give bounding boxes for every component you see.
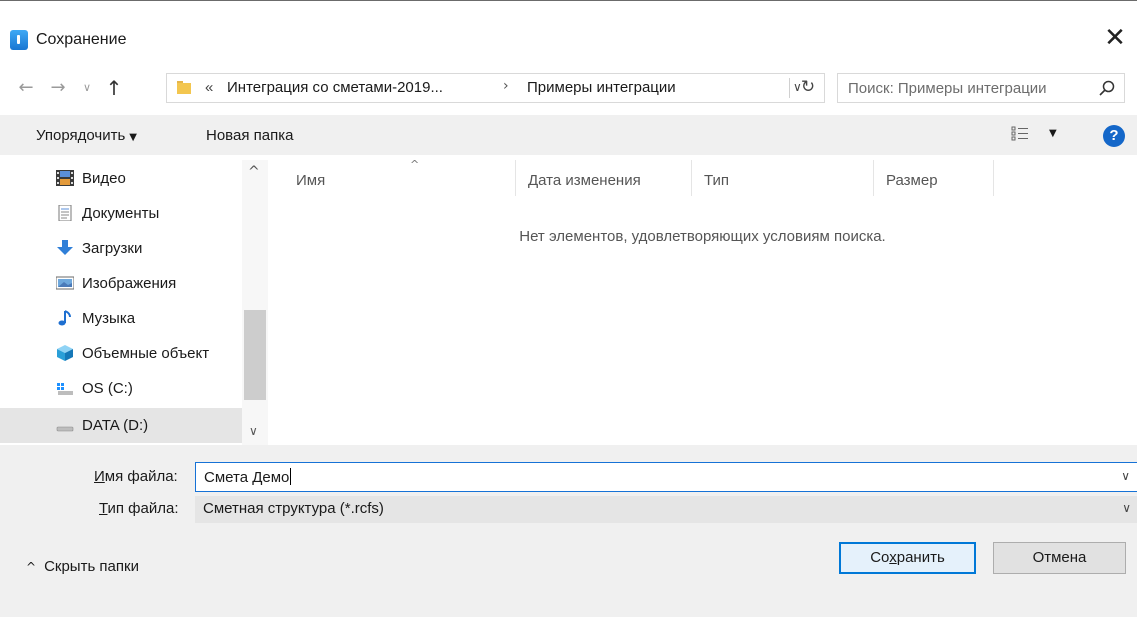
search-icon[interactable] bbox=[1098, 79, 1116, 97]
organize-button[interactable]: Упорядочить ▼ bbox=[36, 127, 137, 144]
sidebar-item-pictures[interactable]: Изображения bbox=[0, 266, 242, 301]
sidebar-item-label: DATA (D:) bbox=[82, 417, 149, 434]
empty-folder-message: Нет элементов, удовлетворяющих условиям … bbox=[519, 228, 886, 245]
new-folder-button[interactable]: Новая папка bbox=[206, 127, 293, 144]
scroll-down-icon[interactable]: ∨ bbox=[249, 424, 258, 438]
window-title: Сохранение bbox=[36, 31, 127, 48]
filename-field[interactable]: Смета Демо ∨ bbox=[195, 462, 1137, 492]
filetype-dropdown-icon[interactable]: ∨ bbox=[1122, 501, 1131, 515]
video-icon bbox=[56, 170, 74, 186]
filetype-value: Сметная структура (*.rcfs) bbox=[203, 500, 384, 517]
address-bar[interactable]: « Интеграция со сметами-2019... › Пример… bbox=[166, 73, 825, 103]
column-header-label: Размер bbox=[886, 172, 938, 189]
organize-caret-icon: ▼ bbox=[129, 132, 137, 143]
recent-locations-chevron-icon[interactable]: ∨ bbox=[79, 74, 95, 102]
sidebar-item-label: Музыка bbox=[82, 310, 136, 327]
column-header-name[interactable]: ^ Имя bbox=[284, 158, 516, 196]
navigation-scrollbar[interactable]: ^ ∨ bbox=[242, 160, 268, 445]
3d-objects-icon bbox=[57, 345, 73, 361]
filename-dropdown-icon[interactable]: ∨ bbox=[1121, 469, 1130, 483]
app-icon bbox=[10, 30, 28, 50]
downloads-icon bbox=[57, 240, 73, 255]
breadcrumb-item-integration[interactable]: Интеграция со сметами-2019... bbox=[227, 79, 443, 96]
sidebar-item-label: OS (C:) bbox=[82, 380, 133, 397]
column-header-label: Имя bbox=[296, 172, 326, 189]
sidebar-item-label: Документы bbox=[82, 205, 160, 222]
drive-icon bbox=[56, 426, 74, 432]
hide-folders-button[interactable]: ^ Скрыть папки bbox=[26, 558, 139, 575]
sidebar-item-data-drive[interactable]: DATA (D:) bbox=[0, 408, 242, 443]
sidebar-item-3d-objects[interactable]: Объемные объект bbox=[0, 336, 242, 371]
chevron-up-icon: ^ bbox=[26, 560, 37, 574]
save-button[interactable]: Сохранить bbox=[839, 542, 976, 574]
navigation-pane: Видео Документы Загрузки Изображения Муз… bbox=[0, 160, 268, 445]
column-header-type[interactable]: Тип bbox=[692, 160, 874, 196]
forward-arrow-icon[interactable]: → bbox=[46, 74, 70, 102]
column-header-size[interactable]: Размер bbox=[874, 160, 994, 196]
command-toolbar: Упорядочить ▼ Новая папка ▼ ? bbox=[0, 115, 1137, 155]
column-header-date[interactable]: Дата изменения bbox=[516, 160, 692, 196]
up-arrow-icon[interactable]: ↑ bbox=[102, 74, 126, 102]
breadcrumb-separator-icon[interactable]: › bbox=[503, 78, 509, 94]
close-icon[interactable]: ✕ bbox=[1099, 23, 1131, 53]
sidebar-item-music[interactable]: Музыка bbox=[0, 301, 242, 336]
search-input[interactable]: Поиск: Примеры интеграции bbox=[837, 73, 1125, 103]
file-list: ^ Имя Дата изменения Тип Размер Нет элем… bbox=[268, 158, 1137, 445]
sidebar-item-label: Изображения bbox=[82, 275, 177, 292]
filetype-select[interactable]: Сметная структура (*.rcfs) ∨ bbox=[195, 496, 1137, 523]
view-dropdown-icon[interactable]: ▼ bbox=[1049, 128, 1057, 139]
sidebar-item-label: Видео bbox=[82, 170, 126, 187]
sidebar-item-os-drive[interactable]: OS (C:) bbox=[0, 371, 242, 406]
scroll-up-icon[interactable]: ^ bbox=[248, 164, 260, 180]
address-divider bbox=[789, 78, 790, 98]
breadcrumb-overflow[interactable]: « bbox=[205, 79, 213, 96]
organize-label: Упорядочить bbox=[36, 127, 126, 144]
sidebar-item-label: Загрузки bbox=[82, 240, 143, 257]
sort-ascending-icon: ^ bbox=[410, 158, 420, 171]
save-options-panel: Имя файла: Смета Демо ∨ Тип файла: Сметн… bbox=[0, 445, 1137, 617]
title-bar: Сохранение ✕ bbox=[0, 1, 1137, 59]
os-drive-icon bbox=[57, 383, 73, 395]
search-placeholder: Поиск: Примеры интеграции bbox=[848, 80, 1047, 97]
breadcrumb-item-examples[interactable]: Примеры интеграции bbox=[527, 79, 676, 96]
view-options-icon[interactable] bbox=[1011, 126, 1029, 142]
column-header-label: Тип bbox=[704, 172, 730, 189]
filetype-label: Тип файла: bbox=[99, 500, 179, 517]
sidebar-item-downloads[interactable]: Загрузки bbox=[0, 231, 242, 266]
refresh-icon[interactable]: ↻ bbox=[795, 73, 821, 101]
hide-folders-label: Скрыть папки bbox=[44, 558, 139, 575]
scrollbar-thumb[interactable] bbox=[244, 310, 266, 400]
sidebar-item-label: Объемные объект bbox=[82, 345, 210, 362]
documents-icon bbox=[58, 205, 72, 221]
filename-label: Имя файла: bbox=[94, 468, 178, 485]
sidebar-item-documents[interactable]: Документы bbox=[0, 196, 242, 231]
back-arrow-icon[interactable]: ← bbox=[14, 74, 38, 102]
cancel-button[interactable]: Отмена bbox=[993, 542, 1126, 574]
music-icon bbox=[58, 310, 71, 326]
pictures-icon bbox=[56, 276, 74, 290]
help-icon[interactable]: ? bbox=[1103, 125, 1125, 147]
folder-icon bbox=[177, 81, 191, 95]
filename-value[interactable]: Смета Демо bbox=[204, 468, 292, 486]
column-header-label: Дата изменения bbox=[528, 172, 641, 189]
sidebar-item-video[interactable]: Видео bbox=[0, 161, 242, 196]
